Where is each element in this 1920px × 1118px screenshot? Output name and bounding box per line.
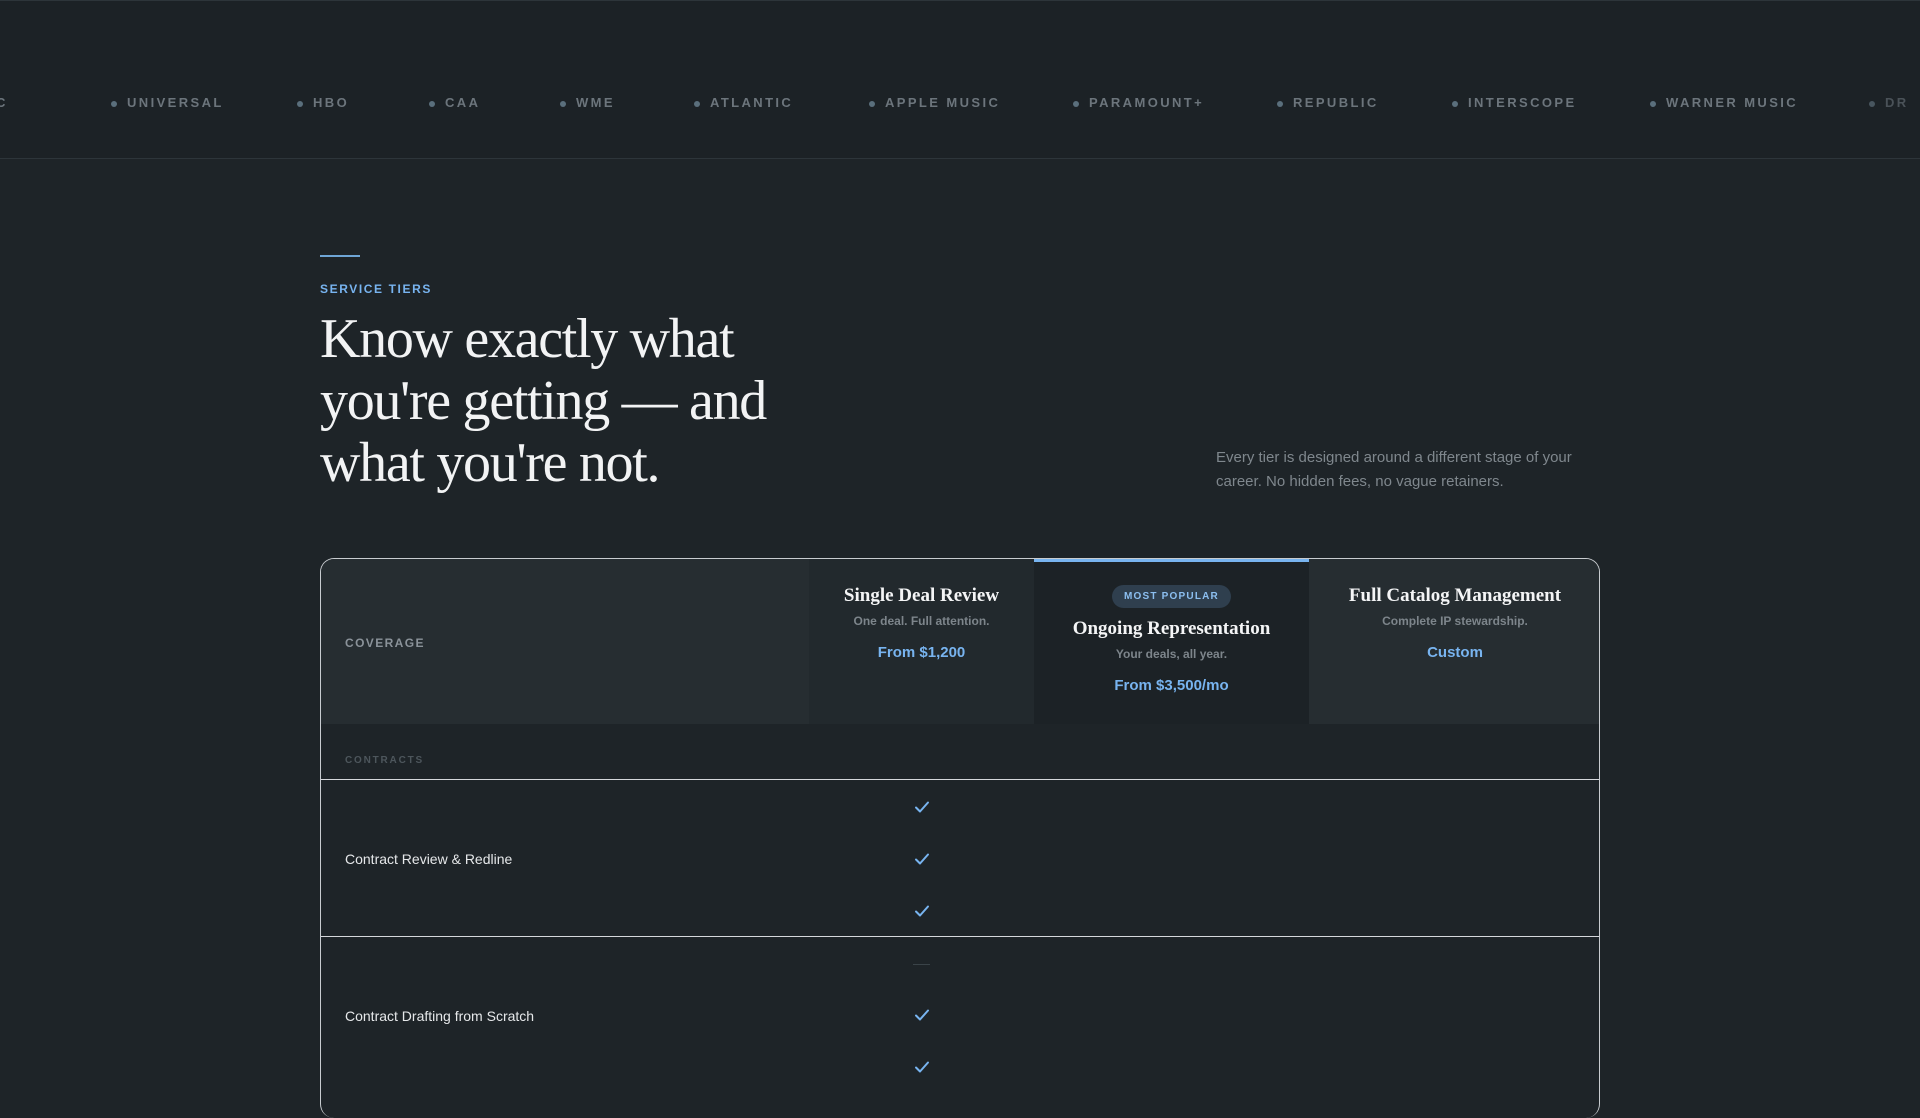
marquee-item: WME [560,95,615,111]
tier-ongoing-representation[interactable]: MOST POPULAR Ongoing Representation Your… [1034,559,1309,724]
marquee-item: PARAMOUNT+ [1073,95,1204,111]
tier-name: Single Deal Review [843,585,1000,606]
bullet-icon [694,101,700,107]
marquee-item-label: PARAMOUNT+ [1089,95,1205,110]
tier-name: Full Catalog Management [1348,585,1562,606]
dash-icon [913,964,930,965]
tier-price: Custom [1427,644,1483,661]
check-icon [915,801,929,813]
bullet-icon [429,101,435,107]
check-icon [915,853,929,865]
marquee-item-label: CAA [445,95,481,110]
page-title: Know exactly what you're getting — and w… [320,308,767,494]
section-eyebrow: SERVICE TIERS [320,282,432,296]
bullet-icon [1869,101,1875,107]
marquee-item-label: WME [576,95,615,110]
marquee-item: APPLE MUSIC [869,95,1000,111]
marquee-item: UNIVERSAL [111,95,224,111]
table-header-row: COVERAGE Single Deal Review One deal. Fu… [321,559,1599,724]
bullet-icon [1650,101,1656,107]
bullet-icon [1452,101,1458,107]
check-icon [915,1061,929,1073]
most-popular-badge: MOST POPULAR [1112,585,1231,608]
feature-label: Contract Drafting from Scratch [345,1008,535,1024]
bullet-icon [1073,101,1079,107]
tier-subtitle: One deal. Full attention. [853,614,990,628]
marquee-item: CAA [429,95,480,111]
row-divider [321,779,1599,780]
feature-label: Contract Review & Redline [345,851,513,867]
tier-subtitle: Your deals, all year. [1115,647,1228,661]
tier-full-catalog-management[interactable]: Full Catalog Management Complete IP stew… [1309,559,1599,724]
marquee-item: INTERSCOPE [1452,95,1577,111]
marquee-item: REPUBLIC [1277,95,1379,111]
tier-name: Ongoing Representation [1072,618,1271,639]
coverage-header-cell: COVERAGE [321,559,809,724]
bullet-icon [297,101,303,107]
marquee-item-label: WARNER MUSIC [1666,95,1799,110]
contracts-section-label: CONTRACTS [345,755,424,766]
marquee-item: C [0,95,8,111]
check-icon [915,905,929,917]
marquee-item-label: ATLANTIC [710,95,794,110]
tier-subtitle: Complete IP stewardship. [1382,614,1528,628]
check-icon [915,1009,929,1021]
tier-single-deal-review[interactable]: Single Deal Review One deal. Full attent… [809,559,1034,724]
bullet-icon [1277,101,1283,107]
tier-price: From $1,200 [877,644,966,661]
coverage-label: COVERAGE [345,636,425,650]
section-intro: Every tier is designed around a differen… [1216,449,1572,490]
marquee-item-label: APPLE MUSIC [885,95,1001,110]
marquee-item: HBO [297,95,349,111]
marquee-item: WARNER MUSIC [1650,95,1798,111]
tier-price: From $3,500/mo [1114,677,1229,694]
partner-marquee: C UNIVERSAL HBO CAA WME ATLANTIC APPLE M… [0,0,1920,159]
marquee-item: DR [1869,95,1909,111]
accent-divider [320,255,360,257]
marquee-item-label: REPUBLIC [1293,95,1379,110]
bullet-icon [111,101,117,107]
marquee-item: ATLANTIC [694,95,793,111]
marquee-item-label: UNIVERSAL [127,95,224,110]
marquee-item-label: C [0,95,8,110]
marquee-item-label: HBO [313,95,350,110]
marquee-item-label: INTERSCOPE [1468,95,1577,110]
tier-comparison-table: COVERAGE Single Deal Review One deal. Fu… [320,558,1600,1118]
bullet-icon [560,101,566,107]
bullet-icon [869,101,875,107]
row-divider [321,936,1599,937]
